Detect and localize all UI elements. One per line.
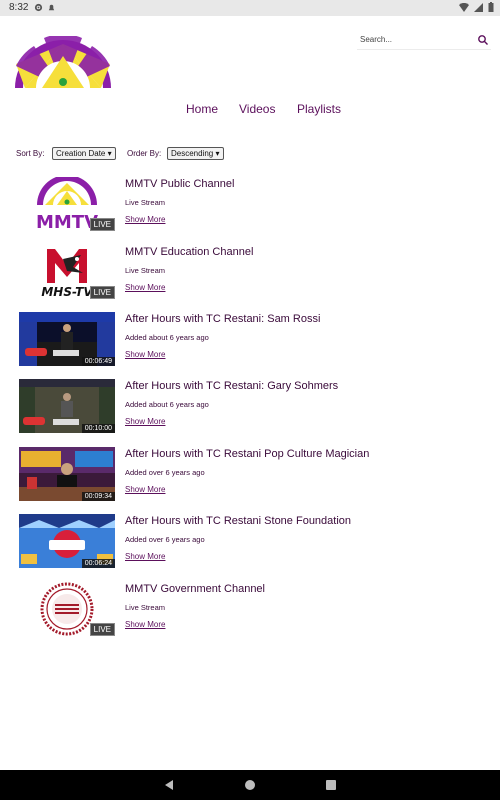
item-title[interactable]: After Hours with TC Restani: Sam Rossi (125, 313, 320, 325)
duration-badge: 00:06:24 (81, 559, 115, 568)
list-item[interactable]: 00:06:49 After Hours with TC Restani: Sa… (0, 312, 500, 372)
main-nav: Home Videos Playlists (0, 102, 500, 118)
show-title-card-thumb[interactable]: 00:06:24 (19, 514, 115, 568)
duration-badge: 00:10:00 (81, 424, 115, 433)
battery-icon (488, 2, 494, 12)
item-subtitle: Added about 6 years ago (125, 400, 209, 409)
search-icon[interactable] (477, 34, 489, 46)
show-more-link[interactable]: Show More (125, 283, 165, 292)
item-title[interactable]: MMTV Education Channel (125, 246, 253, 258)
list-item[interactable]: 00:10:00 After Hours with TC Restani: Ga… (0, 379, 500, 439)
show-more-link[interactable]: Show More (125, 417, 165, 426)
live-badge: LIVE (89, 218, 115, 231)
list-item[interactable]: 00:09:34 After Hours with TC Restani Pop… (0, 447, 500, 507)
duration-badge: 00:06:49 (81, 357, 115, 366)
list-item[interactable]: MMTV LIVE MMTV Public Channel Live Strea… (0, 177, 500, 237)
show-more-link[interactable]: Show More (125, 215, 165, 224)
show-more-link[interactable]: Show More (125, 485, 165, 494)
order-by-select[interactable]: Descending ▾ (167, 147, 224, 160)
show-more-link[interactable]: Show More (125, 350, 165, 359)
svg-text:MHS-TV: MHS-TV (41, 285, 94, 299)
android-nav-bar (0, 770, 500, 800)
desk-interview-thumb[interactable]: 00:09:34 (19, 447, 115, 501)
sort-by-select[interactable]: Creation Date ▾ (52, 147, 116, 160)
search-input[interactable]: Search... (360, 35, 392, 44)
mmtv-logo-thumb[interactable]: MMTV LIVE (19, 177, 115, 231)
show-more-link[interactable]: Show More (125, 620, 165, 629)
item-title[interactable]: After Hours with TC Restani Pop Culture … (125, 448, 369, 460)
status-time: 8:32 (9, 2, 29, 13)
talk-show-stage-thumb[interactable]: 00:06:49 (19, 312, 115, 366)
item-subtitle: Live Stream (125, 266, 166, 275)
item-subtitle: Added over 6 years ago (125, 535, 205, 544)
mmtv-logo[interactable] (14, 36, 112, 88)
nav-home[interactable]: Home (186, 102, 218, 116)
signal-icon (474, 2, 483, 12)
item-subtitle: Live Stream (125, 603, 166, 612)
nav-videos[interactable]: Videos (239, 102, 275, 116)
list-item[interactable]: LIVE MMTV Government Channel Live Stream… (0, 582, 500, 642)
order-by-value: Descending (171, 149, 214, 158)
sort-by-label: Sort By: (16, 149, 45, 158)
live-badge: LIVE (89, 623, 115, 636)
mhs-tv-logo-thumb[interactable]: MHS-TV LIVE (19, 245, 115, 299)
notification-icon (48, 4, 55, 11)
item-title[interactable]: After Hours with TC Restani Stone Founda… (125, 515, 351, 527)
live-badge: LIVE (89, 286, 115, 299)
item-subtitle: Live Stream (125, 198, 166, 207)
talk-show-stage-thumb[interactable]: 00:10:00 (19, 379, 115, 433)
wifi-icon (459, 2, 469, 12)
sort-by-value: Creation Date (56, 149, 106, 158)
recents-icon[interactable] (325, 779, 337, 791)
home-icon[interactable] (244, 779, 256, 791)
item-title[interactable]: After Hours with TC Restani: Gary Sohmer… (125, 380, 338, 392)
status-bar: 8:32 (0, 0, 500, 16)
order-by-label: Order By: (127, 149, 162, 158)
gear-icon (34, 3, 43, 12)
duration-badge: 00:09:34 (81, 492, 115, 501)
search-box[interactable]: Search... (357, 32, 491, 50)
list-item[interactable]: 00:06:24 After Hours with TC Restani Sto… (0, 514, 500, 574)
item-title[interactable]: MMTV Government Channel (125, 583, 265, 595)
list-item[interactable]: MHS-TV LIVE MMTV Education Channel Live … (0, 245, 500, 305)
nav-playlists[interactable]: Playlists (297, 102, 341, 116)
show-more-link[interactable]: Show More (125, 552, 165, 561)
back-icon[interactable] (163, 779, 175, 791)
item-subtitle: Added over 6 years ago (125, 468, 205, 477)
city-seal-thumb[interactable]: LIVE (19, 582, 115, 636)
item-title[interactable]: MMTV Public Channel (125, 178, 234, 190)
item-subtitle: Added about 6 years ago (125, 333, 209, 342)
